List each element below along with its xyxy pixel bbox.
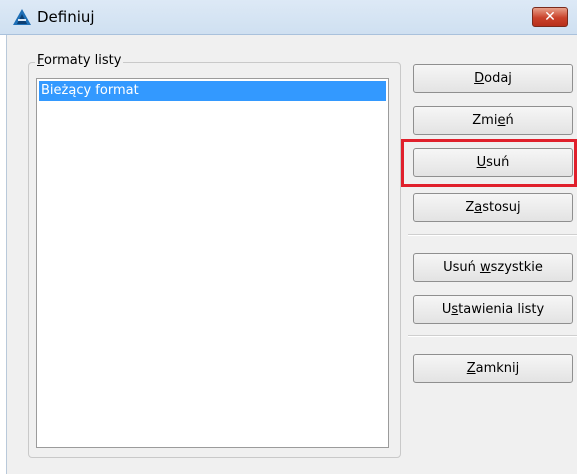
change-button[interactable]: Zmień <box>413 106 573 135</box>
list-item-selected[interactable]: Bieżący format <box>39 81 386 101</box>
app-triangle-icon <box>12 8 32 26</box>
list-settings-button[interactable]: Ustawienia listy <box>413 295 573 324</box>
close-button[interactable]: Zamknij <box>413 354 573 383</box>
formats-listbox[interactable]: Bieżący format <box>36 78 389 448</box>
button-separator <box>408 335 577 337</box>
button-separator <box>408 234 577 236</box>
add-button[interactable]: Dodaj <box>413 64 573 93</box>
dialog-window: Definiuj ✕ Formaty listy Bieżący format … <box>0 0 577 474</box>
window-title: Definiuj <box>37 8 95 26</box>
delete-all-button[interactable]: Usuń wszystkie <box>413 253 573 282</box>
close-window-button[interactable]: ✕ <box>532 7 568 27</box>
formats-group-label: Formaty listy <box>35 53 124 68</box>
title-bar[interactable]: Definiuj ✕ <box>0 0 577 35</box>
apply-button[interactable]: Zastosuj <box>413 193 573 222</box>
delete-highlight-frame <box>401 139 577 187</box>
